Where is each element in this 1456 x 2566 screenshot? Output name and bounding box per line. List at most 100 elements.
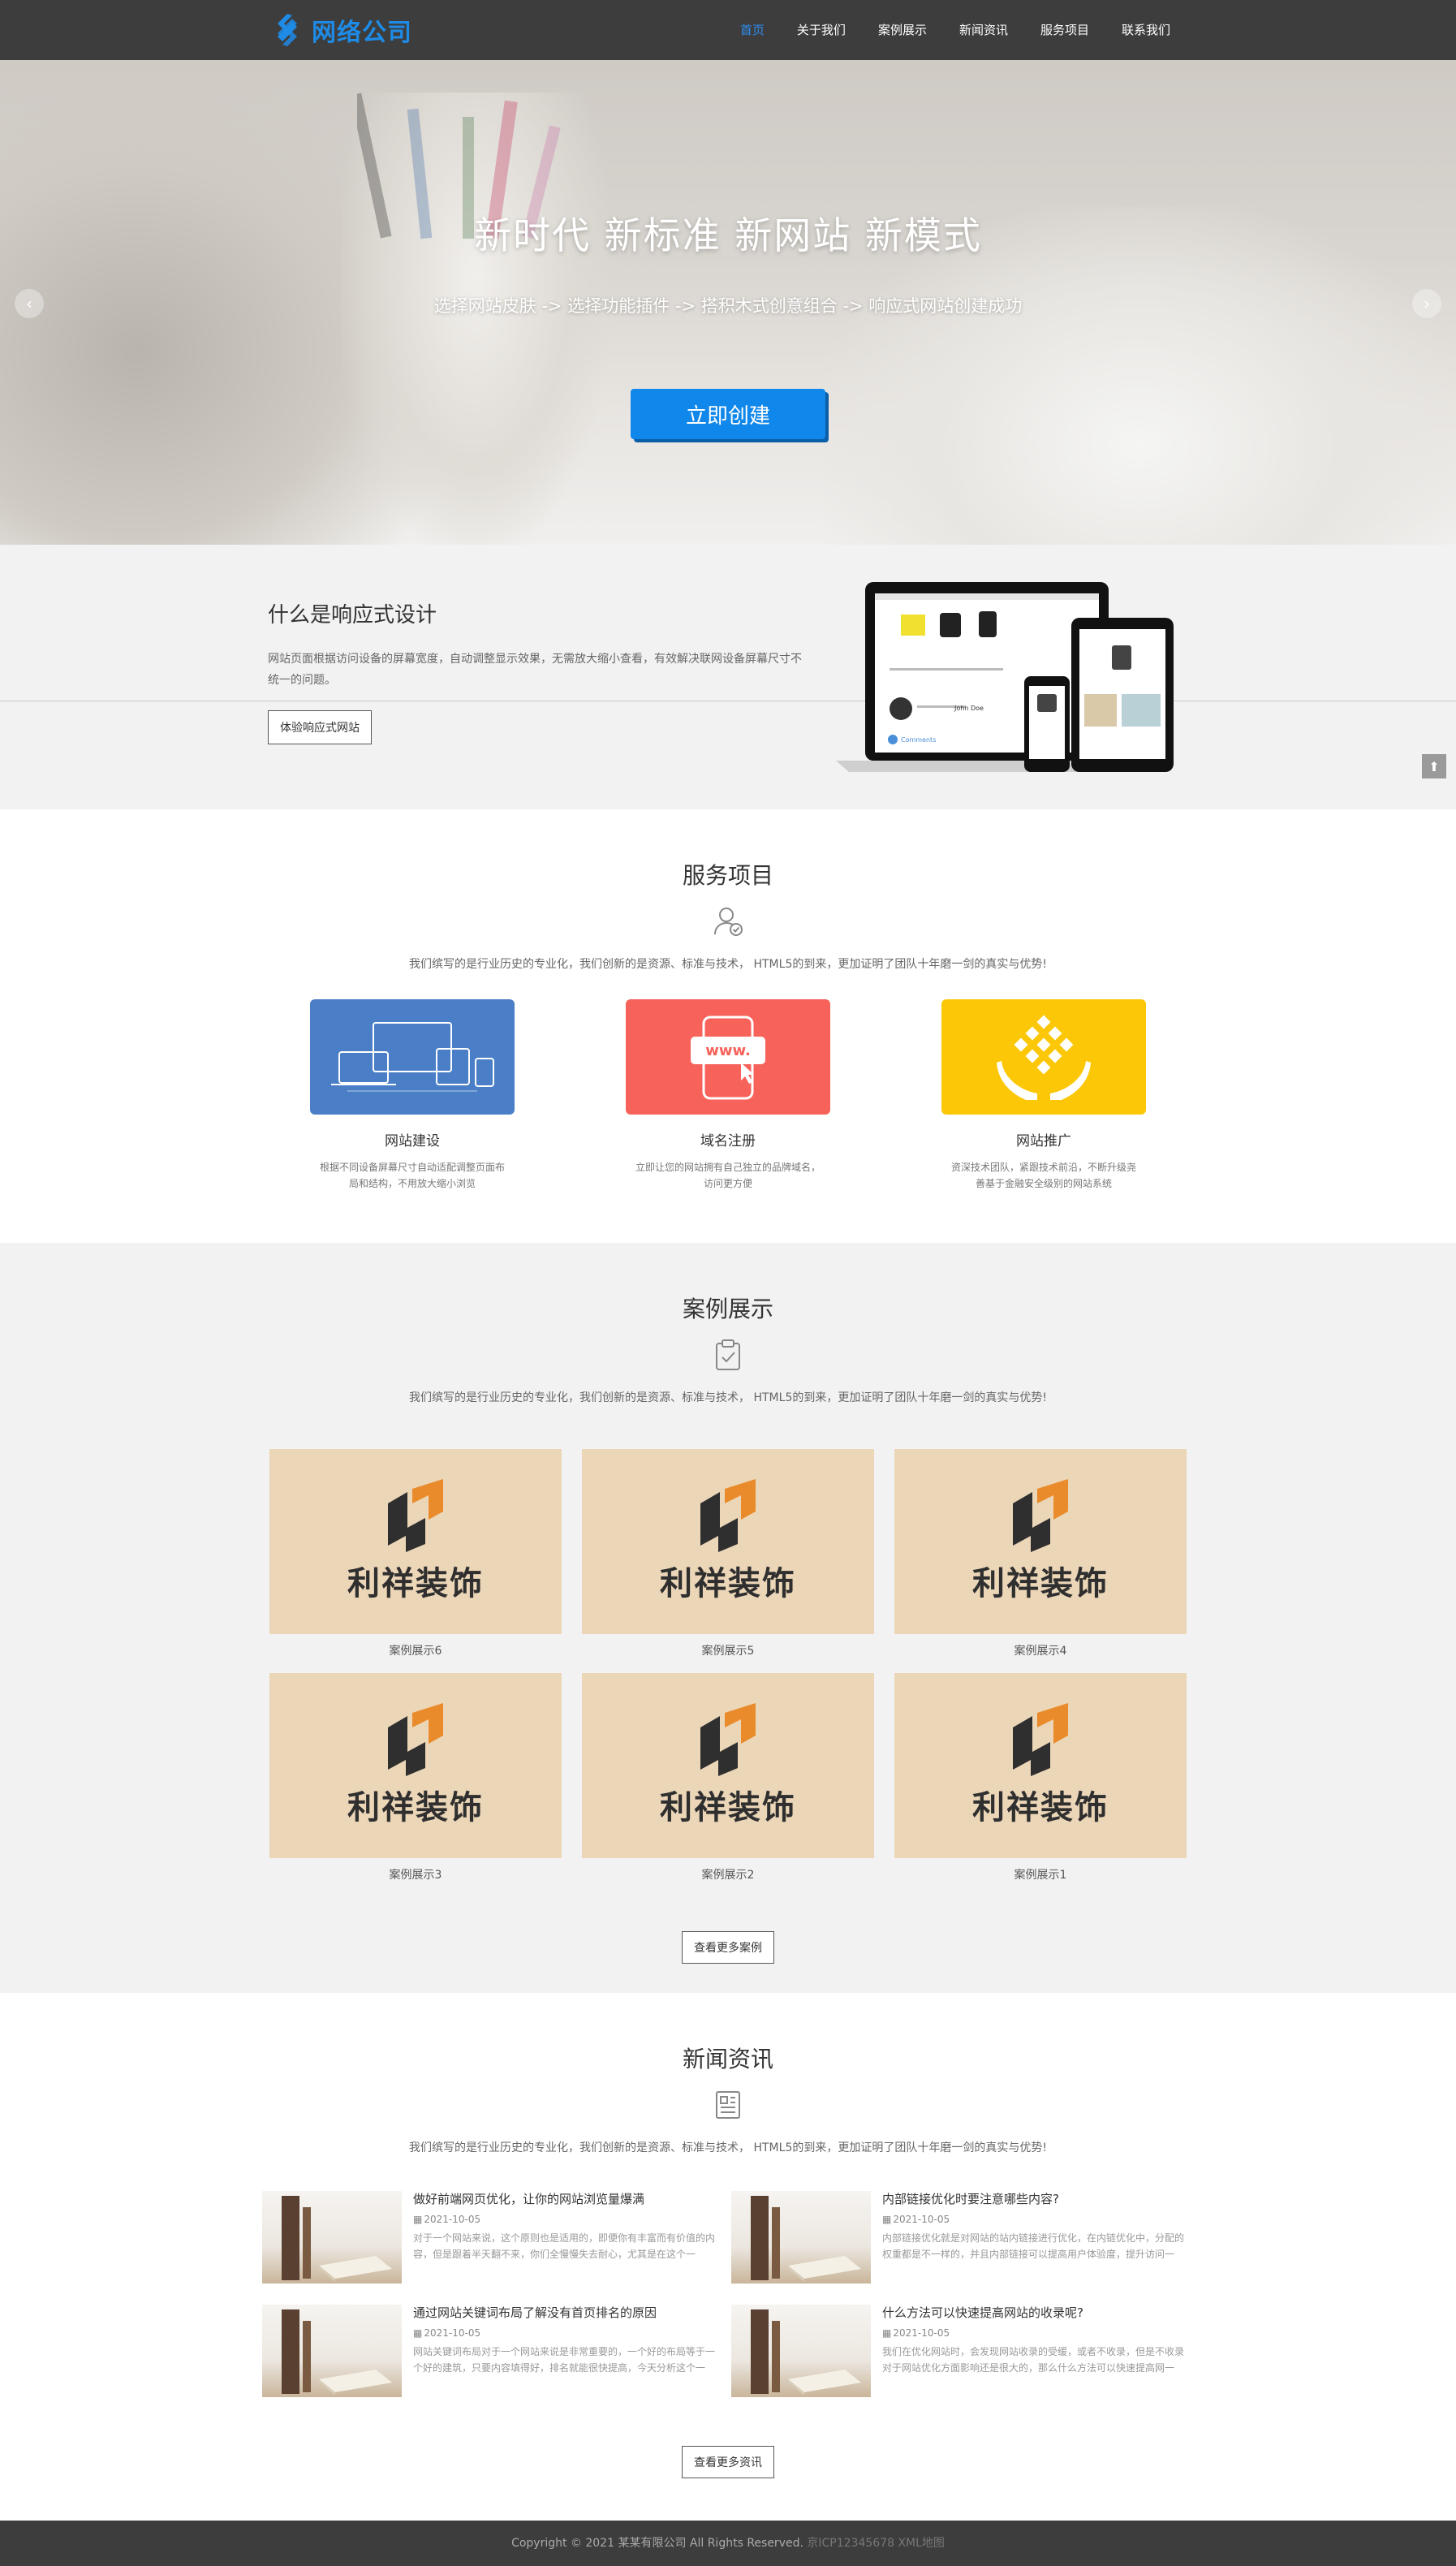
logo-text: 网络公司 (312, 19, 412, 47)
news-item[interactable]: 通过网站关键词布局了解没有首页排名的原因 ▦ 2021-10-05 网站关键词布局… (262, 2305, 725, 2397)
case-caption: 案例展示3 (389, 1869, 442, 1882)
nav-news[interactable]: 新闻资讯 (943, 0, 1024, 60)
case-brand-text: 利祥装饰 (347, 1565, 484, 1602)
news-item-title[interactable]: 做好前端网页优化，让你的网站浏览量爆满 (413, 2191, 722, 2207)
case-image: 利祥装饰 (894, 1673, 1187, 1858)
case-image: 利祥装饰 (269, 1449, 562, 1634)
case-brand-text: 利祥装饰 (347, 1789, 484, 1826)
news-section: 新闻资讯 我们缤写的是行业历史的专业化，我们创新的是资源、标准与技术， HTML… (0, 1993, 1456, 2521)
case-item[interactable]: 利祥装饰 案例展示5 (582, 1449, 874, 1673)
responsive-design-section: 什么是响应式设计 网站页面根据访问设备的屏幕宽度，自动调整显示效果，无需放大缩小… (0, 545, 1456, 809)
news-item-date: ▦ 2021-10-05 (413, 2214, 481, 2225)
case-item[interactable]: 利祥装饰 案例展示1 (894, 1673, 1187, 1897)
hero-subtitle: 选择网站皮肤 -> 选择功能插件 -> 搭积木式创意组合 -> 响应式网站创建成… (433, 296, 1023, 316)
cases-title: 案例展示 (682, 1296, 773, 1322)
service-text: 立即让您的网站拥有自己独立的品牌域名，访问更方便 (635, 1162, 821, 1189)
news-item-title[interactable]: 什么方法可以快速提高网站的收录呢? (882, 2305, 1191, 2321)
book-photo-image (751, 2309, 861, 2396)
responsive-description: 网站页面根据访问设备的屏幕宽度，自动调整显示效果，无需放大缩小查看，有效解决联网… (268, 653, 802, 687)
services-title: 服务项目 (682, 862, 773, 889)
news-thumbnail (262, 2191, 402, 2284)
news-item-title[interactable]: 内部链接优化时要注意哪些内容? (882, 2191, 1191, 2207)
services-description: 我们缤写的是行业历史的专业化，我们创新的是资源、标准与技术， HTML5的到来，… (409, 958, 1047, 971)
services-section: 服务项目 我们缤写的是行业历史的专业化，我们创新的是资源、标准与技术， HTML… (0, 809, 1456, 1243)
case-brand-text: 利祥装饰 (972, 1565, 1109, 1602)
service-image: www. (626, 999, 830, 1115)
screen-author: John Doe (954, 705, 984, 712)
devices-illustration: John Doe Comments (836, 582, 1174, 772)
screen-comments: Comments (901, 736, 936, 744)
user-check-icon (714, 908, 743, 936)
news-item-summary: 网站关键词布局对于一个网站来说是非常重要的，一个好的布局等于一个好的建筑，只要内… (413, 2346, 716, 2374)
more-news-button[interactable]: 查看更多资讯 (682, 2446, 774, 2478)
service-image (310, 999, 515, 1115)
news-item[interactable]: 内部链接优化时要注意哪些内容? ▦ 2021-10-05 内部链接优化就是对网站的… (731, 2191, 1194, 2284)
case-item[interactable]: 利祥装饰 案例展示4 (894, 1449, 1187, 1673)
service-item-website[interactable]: 网站建设 根据不同设备屏幕尺寸自动适配调整页面布局和结构，不用放大缩小浏览 (310, 999, 515, 1192)
www-badge: www. (705, 1042, 751, 1059)
news-list: 做好前端网页优化，让你的网站浏览量爆满 ▦ 2021-10-05 对于一个网站来说… (262, 2191, 1194, 2397)
case-item[interactable]: 利祥装饰 案例展示6 (269, 1449, 562, 1673)
news-thumbnail (731, 2305, 871, 2397)
news-item-summary: 内部链接优化就是对网站的站内链接进行优化，在内链优化中，分配的权重都是不一样的，… (882, 2232, 1185, 2260)
brand-logo-icon (700, 1703, 756, 1776)
news-title: 新闻资讯 (682, 2046, 773, 2072)
book-photo-image (282, 2309, 392, 2396)
hero-banner: ‹ › 新时代 新标准 新网站 新模式 选择网站皮肤 -> 选择功能插件 -> … (0, 60, 1456, 545)
devices-icon (331, 1022, 494, 1092)
service-item-domain[interactable]: www. 域名注册 立即让您的网站拥有自己独立的品牌域名，访问更方便 (626, 999, 830, 1192)
brand-logo-icon (1013, 1479, 1068, 1552)
more-cases-button[interactable]: 查看更多案例 (682, 1931, 774, 1964)
back-to-top-button[interactable]: ⬆ (1422, 754, 1446, 778)
brand-logo-icon (700, 1479, 756, 1552)
nav-contact[interactable]: 联系我们 (1105, 0, 1187, 60)
service-item-promotion[interactable]: 网站推广 资深技术团队，紧跟技术前沿，不断升级尧善基于金融安全级别的网站系统 (941, 999, 1146, 1192)
nav-about[interactable]: 关于我们 (781, 0, 862, 60)
news-item[interactable]: 什么方法可以快速提高网站的收录呢? ▦ 2021-10-05 我们在优化网站时，会… (731, 2305, 1194, 2397)
try-responsive-button[interactable]: 体验响应式网站 (268, 710, 372, 744)
case-brand-text: 利祥装饰 (972, 1789, 1109, 1826)
case-image: 利祥装饰 (269, 1673, 562, 1858)
case-caption: 案例展示1 (1014, 1869, 1067, 1882)
nav-home[interactable]: 首页 (724, 0, 781, 60)
news-item-date: ▦ 2021-10-05 (882, 2327, 950, 2339)
cases-grid: 利祥装饰 案例展示6 利祥装饰 案例展示5 利祥装饰 案例展示4 利祥装饰 案例… (269, 1449, 1187, 1897)
hands-diamond-icon (997, 1015, 1091, 1100)
copyright-text: Copyright © 2021 某某有限公司 All Rights Reser… (511, 2537, 803, 2550)
news-item-date: ▦ 2021-10-05 (882, 2214, 950, 2225)
case-brand-text: 利祥装饰 (660, 1565, 796, 1602)
case-image: 利祥装饰 (582, 1673, 874, 1858)
cases-description: 我们缤写的是行业历史的专业化，我们创新的是资源、标准与技术， HTML5的到来，… (409, 1391, 1047, 1404)
nav-cases[interactable]: 案例展示 (862, 0, 943, 60)
service-text: 根据不同设备屏幕尺寸自动适配调整页面布局和结构，不用放大缩小浏览 (320, 1162, 506, 1189)
case-image: 利祥装饰 (894, 1449, 1187, 1634)
service-name: 网站推广 (1016, 1133, 1071, 1149)
case-caption: 案例展示5 (701, 1645, 755, 1658)
site-header: 网络公司 首页 关于我们 案例展示 新闻资讯 服务项目 联系我们 (0, 0, 1456, 60)
site-footer: Copyright © 2021 某某有限公司 All Rights Reser… (0, 2521, 1456, 2566)
create-now-button[interactable]: 立即创建 (631, 389, 825, 439)
brand-logo-icon (388, 1479, 443, 1552)
cases-section: 案例展示 我们缤写的是行业历史的专业化，我们创新的是资源、标准与技术， HTML… (0, 1243, 1456, 1993)
service-name: 网站建设 (385, 1133, 440, 1149)
news-item[interactable]: 做好前端网页优化，让你的网站浏览量爆满 ▦ 2021-10-05 对于一个网站来说… (262, 2191, 725, 2284)
site-logo[interactable]: 网络公司 (269, 12, 412, 48)
newspaper-icon (716, 2091, 740, 2119)
case-brand-text: 利祥装饰 (660, 1789, 796, 1826)
calendar-icon: ▦ (882, 2214, 892, 2225)
news-thumbnail (731, 2191, 871, 2284)
nav-services[interactable]: 服务项目 (1024, 0, 1105, 60)
clipboard-check-icon (716, 1339, 740, 1370)
sitemap-link[interactable]: XML地图 (898, 2537, 944, 2550)
service-text: 资深技术团队，紧跟技术前沿，不断升级尧善基于金融安全级别的网站系统 (951, 1162, 1137, 1189)
case-item[interactable]: 利祥装饰 案例展示3 (269, 1673, 562, 1897)
arrow-up-icon: ⬆ (1428, 758, 1440, 774)
case-caption: 案例展示2 (701, 1869, 755, 1882)
mobile-www-icon: www. (691, 1016, 765, 1100)
book-photo-image (751, 2196, 861, 2282)
icp-link[interactable]: 京ICP12345678 (807, 2537, 894, 2550)
news-item-title[interactable]: 通过网站关键词布局了解没有首页排名的原因 (413, 2305, 722, 2321)
case-caption: 案例展示6 (389, 1645, 442, 1658)
case-item[interactable]: 利祥装饰 案例展示2 (582, 1673, 874, 1897)
main-nav: 首页 关于我们 案例展示 新闻资讯 服务项目 联系我们 (724, 0, 1187, 60)
